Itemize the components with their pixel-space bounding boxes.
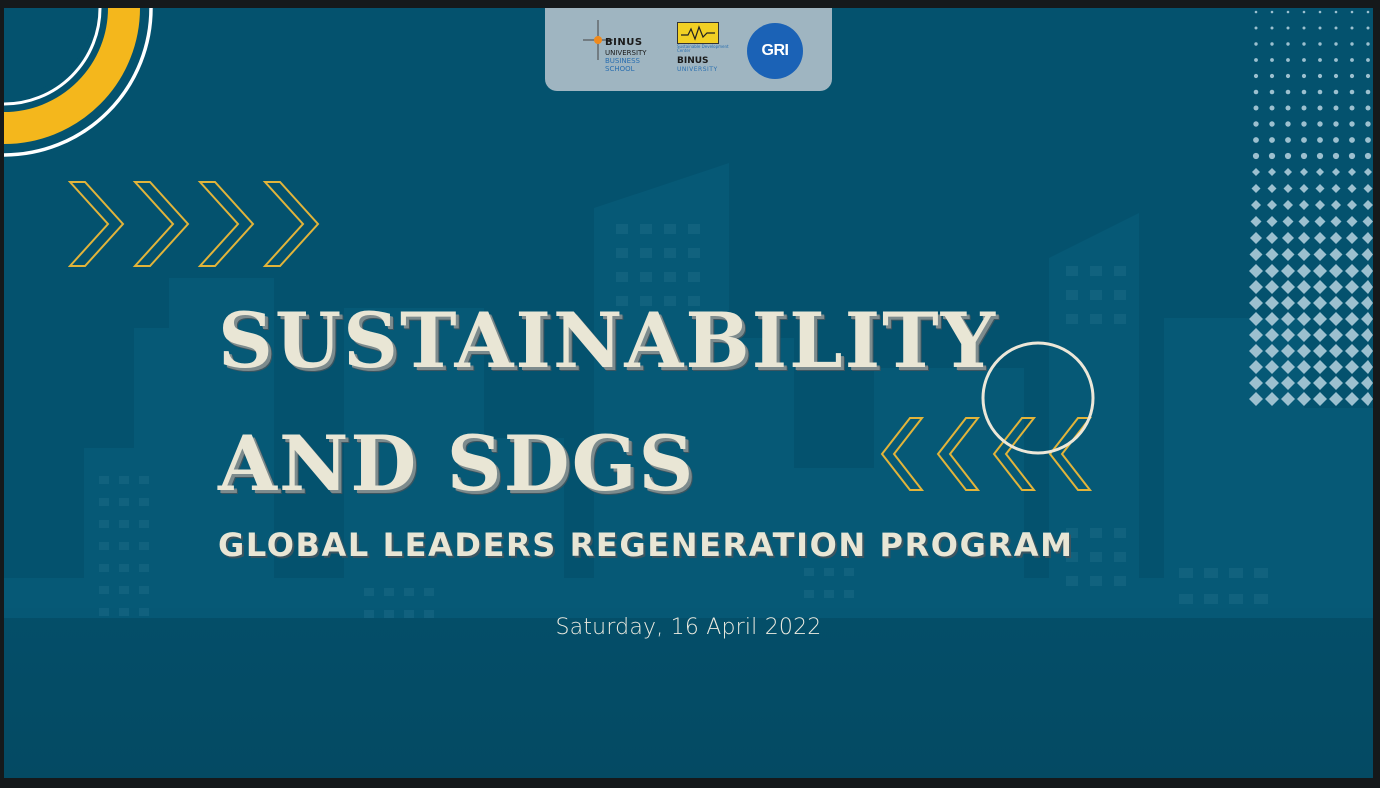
- binus-center-wordmark: BINUS: [677, 56, 709, 66]
- sponsor-logo-panel: BINUS UNIVERSITY BUSINESS SCHOOL Sustain…: [545, 8, 832, 91]
- binus-wordmark: BINUS: [605, 37, 643, 48]
- binus-business-school-logo: BINUS UNIVERSITY BUSINESS SCHOOL: [583, 16, 663, 86]
- school-text: SCHOOL: [605, 65, 635, 73]
- dot-pattern-icon: [1249, 10, 1373, 406]
- gri-logo: GRI: [747, 23, 803, 79]
- presentation-slide: BINUS UNIVERSITY BUSINESS SCHOOL Sustain…: [4, 8, 1373, 778]
- arc-decoration-icon: [4, 8, 153, 157]
- binus-university-text: UNIVERSITY: [605, 49, 647, 57]
- binus-sustainability-logo: Sustainable Development Center BINUS UNI…: [675, 20, 735, 86]
- binus-center-university-text: UNIVERSITY: [677, 66, 718, 73]
- title-line-1: SUSTAINABILITY: [218, 296, 997, 385]
- business-text: BUSINESS: [605, 57, 640, 65]
- title-line-2: AND SDGS: [218, 419, 696, 508]
- event-date: Saturday, 16 April 2022: [555, 615, 822, 640]
- subtitle: GLOBAL LEADERS REGENERATION PROGRAM: [218, 526, 1074, 564]
- sustainability-center-text: Sustainable Development Center: [677, 44, 729, 53]
- yellow-emblem-icon: [677, 22, 719, 44]
- chevron-right-icon: [68, 181, 320, 267]
- city-skyline-graphic: [4, 163, 1373, 618]
- circle-outline-icon: [981, 341, 1095, 455]
